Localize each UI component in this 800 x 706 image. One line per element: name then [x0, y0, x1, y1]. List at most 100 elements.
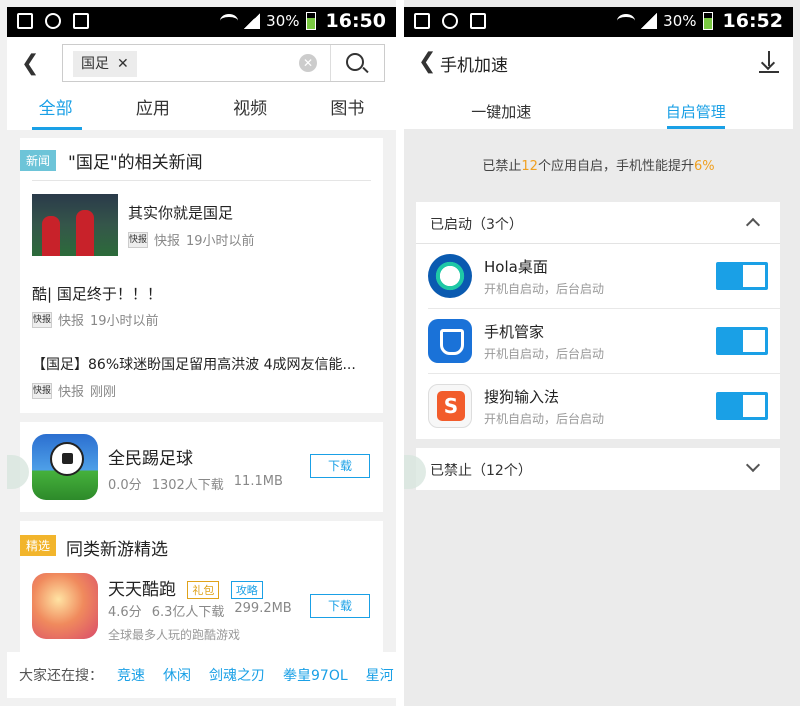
back-arrow-icon[interactable]: ❮ [418, 49, 436, 74]
enabled-section-header[interactable]: 已启动（3个） [416, 202, 780, 244]
ball-icon [50, 442, 84, 476]
related-searches-bar: 大家还在搜： 竞速 休闲 剑魂之刃 拳皇97OL 星河 [7, 652, 396, 698]
app-name: Hola桌面 [484, 258, 548, 276]
query-chip[interactable]: 国足 ✕ [73, 51, 137, 77]
wifi-icon [220, 14, 239, 28]
divider [32, 180, 371, 181]
app-header: ❮ 手机加速 [404, 37, 793, 89]
summary-percent: 6% [693, 159, 715, 174]
player-figure [76, 210, 94, 256]
news-card-title: "国足"的相关新闻 [68, 153, 203, 173]
signal-icon [244, 13, 261, 29]
featured-title: 同类新游精选 [66, 540, 168, 560]
notification-icons [414, 13, 486, 29]
sim-icon [414, 13, 430, 29]
summary-count: 12 [521, 159, 538, 174]
download-button[interactable]: 下载 [310, 594, 370, 618]
news-time: 刚刚 [90, 385, 117, 400]
related-link[interactable]: 竞速 [117, 665, 145, 685]
app-description: 全球最多人玩的跑酷游戏 [108, 628, 241, 642]
app-meta: 4.6分 6.3亿人下载 299.2MB [108, 601, 292, 620]
battery-icon [305, 12, 316, 30]
download-icon[interactable] [759, 51, 779, 73]
autostart-toggle[interactable] [716, 327, 768, 355]
battery-percent: 30% [266, 12, 300, 30]
active-tab-indicator [667, 126, 725, 129]
summary-prefix: 已禁止 [482, 159, 522, 174]
search-icon[interactable] [346, 53, 364, 71]
related-link[interactable]: 拳皇97OL [283, 665, 348, 685]
player-figure [42, 216, 60, 256]
battery-percent: 30% [663, 12, 697, 30]
search-input[interactable]: 国足 ✕ ✕ [62, 44, 385, 82]
chevron-down-icon[interactable] [745, 457, 761, 473]
status-bar: 30% 16:52 [404, 7, 793, 37]
download-button[interactable]: 下载 [310, 454, 370, 478]
autostart-toggle[interactable] [716, 262, 768, 290]
parkour-app-icon[interactable] [32, 573, 98, 639]
active-tab-indicator [32, 127, 82, 130]
clear-icon[interactable]: ✕ [299, 54, 317, 72]
chip-remove-icon[interactable]: ✕ [117, 51, 129, 77]
category-tabs: 全部 应用 视频 图书 [7, 90, 396, 130]
summary-middle: 个应用自启，手机性能提升 [537, 159, 694, 174]
gift-badge: 礼包 [187, 581, 220, 599]
autostart-toggle[interactable] [716, 392, 768, 420]
autostart-app-row: 手机管家 开机自启动，后台启动 [428, 309, 780, 374]
news-thumbnail[interactable] [32, 194, 118, 256]
enabled-apps-section: 已启动（3个） Hola桌面 开机自启动，后台启动 手机管家 开机自启动，后台启… [416, 202, 780, 439]
soccer-app-icon[interactable] [32, 434, 98, 500]
news-headline[interactable]: 【国足】86%球迷盼国足留用高洪波 4成网友信能... [32, 354, 356, 374]
related-link[interactable]: 星河 [366, 665, 394, 685]
featured-card: 精选 同类新游精选 天天酷跑 礼包 攻略 4.6分 6.3亿人下载 299.2M… [20, 521, 383, 652]
app-downloads: 6.3亿人下载 [151, 605, 225, 620]
clock: 16:50 [325, 10, 386, 32]
app-name: 手机管家 [484, 323, 545, 341]
tab-books[interactable]: 图书 [299, 90, 396, 130]
news-time: 19小时以前 [90, 314, 159, 329]
autostart-app-row: 搜狗输入法 开机自启动，后台启动 [428, 374, 780, 439]
status-bar: 30% 16:50 [7, 7, 396, 37]
back-arrow-icon[interactable]: ❮ [21, 51, 45, 76]
app-score: 0.0分 [108, 478, 142, 493]
tab-all[interactable]: 全部 [7, 90, 104, 130]
related-link[interactable]: 休闲 [163, 665, 191, 685]
news-source: 快报 快报 19小时以前 [128, 230, 255, 249]
chevron-up-icon[interactable] [745, 217, 761, 233]
related-link[interactable]: 剑魂之刃 [209, 665, 265, 685]
tab-video[interactable]: 视频 [202, 90, 299, 130]
app-size: 299.2MB [234, 601, 292, 616]
disabled-section-header[interactable]: 已禁止（12个） [416, 448, 780, 490]
tab-autostart-manager[interactable]: 自启管理 [599, 89, 794, 129]
news-tag: 新闻 [20, 150, 57, 171]
notification-icons [17, 13, 89, 29]
sync-icon [45, 13, 61, 29]
autostart-summary: 已禁止12个应用自启，手机性能提升6% [404, 155, 793, 174]
app-meta: 0.0分 1302人下载 11.1MB [108, 474, 283, 493]
tab-one-click-boost[interactable]: 一键加速 [404, 89, 599, 129]
enabled-section-title: 已启动（3个） [430, 217, 523, 233]
disabled-section-title: 已禁止（12个） [430, 463, 532, 479]
clock: 16:52 [722, 10, 783, 32]
app-result-card[interactable]: 全民踢足球 0.0分 1302人下载 11.1MB 下载 [20, 422, 383, 512]
news-source: 快报 快报 19小时以前 [32, 310, 159, 329]
image-icon [470, 13, 486, 29]
news-time: 19小时以前 [186, 234, 255, 249]
page-title: 手机加速 [440, 56, 508, 76]
sogou-input-icon [428, 384, 472, 428]
battery-icon [702, 12, 713, 30]
related-label: 大家还在搜： [19, 668, 103, 684]
guide-badge: 攻略 [230, 581, 263, 599]
app-name[interactable]: 天天酷跑 [108, 580, 176, 600]
news-headline[interactable]: 酷| 国足终于！！！ [32, 283, 162, 304]
source-logo-icon: 快报 [128, 231, 148, 248]
app-autostart-desc: 开机自启动，后台启动 [484, 347, 605, 361]
phone-manager-icon [428, 319, 472, 363]
featured-app-row[interactable]: 天天酷跑 礼包 攻略 [108, 575, 263, 600]
app-name[interactable]: 全民踢足球 [108, 444, 193, 469]
app-score: 4.6分 [108, 605, 142, 620]
search-header: ❮ 国足 ✕ ✕ [7, 37, 396, 90]
news-headline[interactable]: 其实你就是国足 [128, 202, 233, 223]
tab-apps[interactable]: 应用 [104, 90, 201, 130]
speedup-tabs: 一键加速 自启管理 [404, 89, 793, 129]
